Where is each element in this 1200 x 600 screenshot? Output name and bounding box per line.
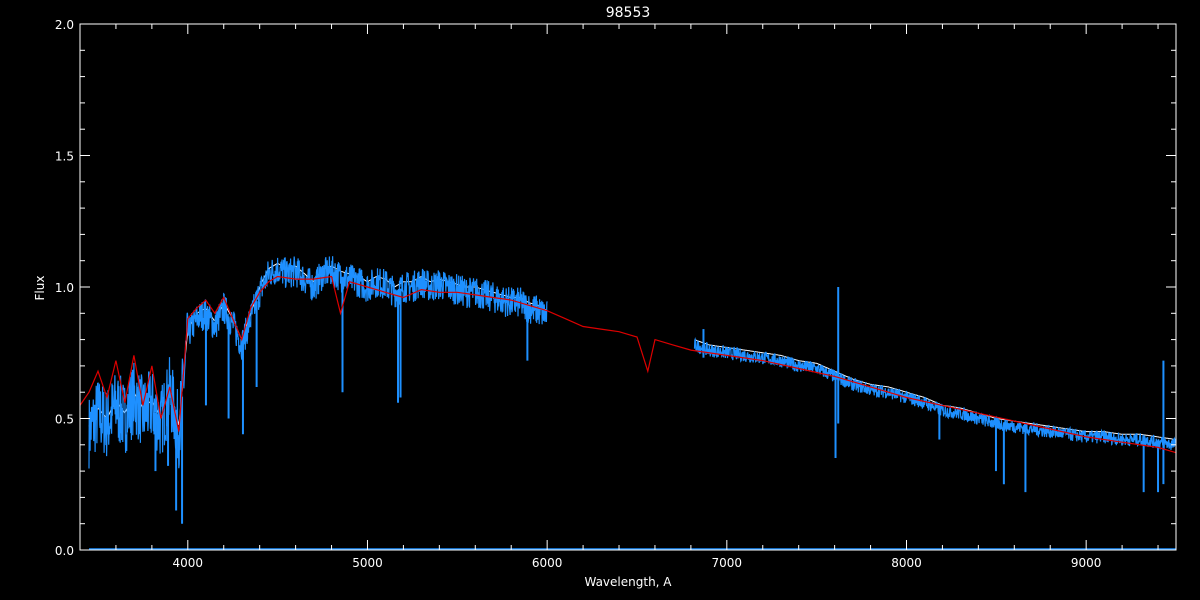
x-tick-label: 5000	[352, 556, 383, 570]
x-tick-label: 6000	[532, 556, 563, 570]
chart-background	[0, 0, 1200, 600]
y-tick-label: 2.0	[55, 18, 74, 32]
x-tick-label: 7000	[712, 556, 743, 570]
x-tick-label: 4000	[173, 556, 204, 570]
y-tick-label: 0.0	[55, 544, 74, 558]
x-tick-label: 9000	[1071, 556, 1102, 570]
spectrum-chart: 98553 Wavelength, A Flux 4000 5000 6000 700…	[0, 0, 1200, 600]
x-tick-label: 8000	[891, 556, 922, 570]
y-tick-label: 0.5	[55, 413, 74, 427]
y-tick-label: 1.5	[55, 150, 74, 164]
x-axis-label: Wavelength, A	[584, 575, 672, 589]
y-tick-label: 1.0	[55, 281, 74, 295]
chart-title: 98553	[606, 5, 651, 21]
y-axis-label: Flux	[33, 276, 47, 301]
